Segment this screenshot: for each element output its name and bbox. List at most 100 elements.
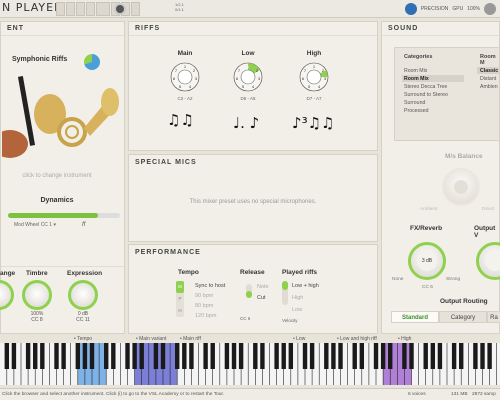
black-key[interactable]	[61, 343, 66, 369]
black-key[interactable]	[125, 343, 130, 369]
riff-low-wheel[interactable]: 1 2 3 4 5 6 7	[231, 60, 265, 94]
riff-main-wheel[interactable]: 1 2 3 4 5 6 7	[168, 60, 202, 94]
preset-item[interactable]: Distant	[480, 76, 496, 82]
black-key[interactable]	[473, 343, 478, 369]
toolbar-slots[interactable]	[56, 2, 140, 16]
black-key[interactable]	[331, 343, 336, 369]
played-riffs-label: Played riffs	[282, 269, 318, 276]
riff-high-wheel[interactable]: 1 2 3 4 5 6 7	[297, 60, 331, 94]
black-key[interactable]	[238, 343, 244, 369]
black-key[interactable]	[430, 343, 436, 369]
black-key[interactable]	[224, 343, 230, 369]
black-key[interactable]	[231, 343, 237, 369]
tempo-mode-selector[interactable]: M P H	[176, 281, 184, 317]
output-routing-label: Output Routing	[440, 298, 488, 305]
tempo-option-120[interactable]: 120 bpm	[195, 313, 216, 319]
tempo-option-sync[interactable]: Sync to host	[195, 283, 225, 289]
black-key[interactable]	[274, 343, 279, 369]
black-key[interactable]	[459, 343, 464, 369]
black-key[interactable]	[4, 343, 10, 369]
expression-label: Expression	[67, 270, 103, 277]
zoom-label[interactable]: 100%	[467, 6, 480, 12]
tempo-option-90[interactable]: 90 bpm	[195, 293, 213, 299]
precision-label[interactable]: PRECISION	[421, 6, 449, 12]
black-key[interactable]	[153, 343, 159, 369]
fx-reverb-right: Strong	[446, 277, 461, 282]
preset-item-selected[interactable]: Classic	[480, 68, 498, 74]
black-key[interactable]	[373, 343, 379, 369]
category-item[interactable]: Room Mix	[404, 68, 427, 74]
category-item-selected[interactable]: Room Mix	[404, 76, 429, 82]
black-key[interactable]	[11, 343, 17, 369]
keyswitch-high: • High	[398, 336, 412, 342]
tab-category[interactable]: Category	[439, 311, 487, 323]
black-key[interactable]	[82, 343, 88, 369]
release-toggle[interactable]	[246, 284, 252, 298]
category-item[interactable]: Surround to Stereo	[404, 92, 448, 98]
black-key[interactable]	[104, 343, 109, 369]
fx-reverb-label: FX/Reverb	[410, 225, 443, 232]
black-key[interactable]	[309, 343, 315, 369]
played-riffs-low[interactable]: Low	[292, 307, 302, 313]
black-key[interactable]	[33, 343, 38, 369]
black-key[interactable]	[25, 343, 31, 369]
black-key[interactable]	[89, 343, 95, 369]
instrument-artwork[interactable]	[2, 66, 120, 174]
played-riffs-low-high[interactable]: Low + high	[292, 283, 319, 289]
tab-ra[interactable]: Ra	[487, 311, 500, 323]
dynamics-source[interactable]: Mod Wheel CC 1 ▾	[14, 222, 56, 228]
black-key[interactable]	[409, 343, 414, 369]
black-key[interactable]	[260, 343, 265, 369]
black-key[interactable]	[253, 343, 258, 369]
black-key[interactable]	[324, 343, 329, 369]
black-key[interactable]	[359, 343, 365, 369]
master-dial[interactable]	[114, 3, 126, 15]
black-key[interactable]	[423, 343, 428, 369]
gpu-label[interactable]: GPU	[452, 6, 463, 12]
settings-icon[interactable]	[484, 3, 496, 15]
black-key[interactable]	[302, 343, 308, 369]
black-key[interactable]	[352, 343, 357, 369]
black-key[interactable]	[288, 343, 294, 369]
timbre-knob[interactable]	[22, 280, 52, 310]
black-key[interactable]	[175, 343, 180, 369]
black-key[interactable]	[75, 343, 81, 369]
black-key[interactable]	[160, 343, 166, 369]
category-item[interactable]: Surround	[404, 100, 425, 106]
black-key[interactable]	[40, 343, 45, 369]
played-riffs-toggle[interactable]	[282, 281, 288, 305]
black-key[interactable]	[132, 343, 137, 369]
tab-standard[interactable]: Standard	[391, 311, 439, 323]
black-key[interactable]	[210, 343, 215, 369]
categories-label: Categories	[404, 54, 433, 60]
black-key[interactable]	[388, 343, 393, 369]
black-key[interactable]	[111, 343, 116, 369]
black-key[interactable]	[139, 343, 144, 369]
black-key[interactable]	[281, 343, 286, 369]
black-key[interactable]	[182, 343, 187, 369]
timbre-label: Timbre	[26, 270, 48, 277]
black-key[interactable]	[338, 343, 343, 369]
piano-keyboard[interactable]	[0, 343, 500, 385]
black-key[interactable]	[480, 343, 485, 369]
black-key[interactable]	[451, 343, 457, 369]
category-item[interactable]: Processed	[404, 108, 429, 114]
black-key[interactable]	[487, 343, 492, 369]
played-riffs-high[interactable]: High	[292, 295, 303, 301]
black-key[interactable]	[189, 343, 194, 369]
dynamics-slider[interactable]	[8, 213, 120, 218]
release-option-note[interactable]: Note	[257, 284, 269, 290]
black-key[interactable]	[203, 343, 208, 369]
black-key[interactable]	[437, 343, 443, 369]
black-key[interactable]	[54, 343, 59, 369]
tempo-option-80[interactable]: 80 bpm	[195, 303, 213, 309]
top-bar: N PLAYER 1/2.1 0/1.1 PRECISION GPU 100%	[0, 0, 500, 18]
fx-reverb-knob[interactable]: 3 dB	[408, 242, 446, 280]
preset-item[interactable]: Ambien	[480, 84, 498, 90]
black-key[interactable]	[402, 343, 407, 369]
expression-knob[interactable]	[68, 280, 98, 310]
ms-balance-knob[interactable]	[442, 168, 480, 206]
black-key[interactable]	[380, 343, 386, 369]
category-item[interactable]: Stereo Decca Tree	[404, 84, 447, 90]
release-option-cut[interactable]: Cut	[257, 295, 266, 301]
